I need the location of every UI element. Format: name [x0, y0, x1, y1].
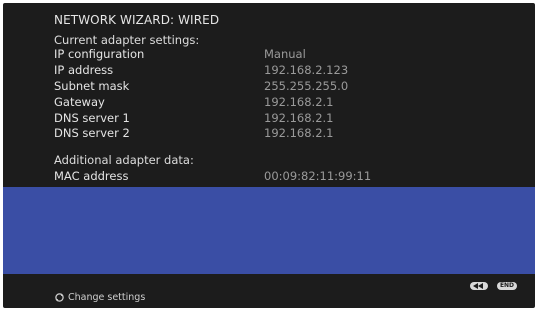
additional-data-heading: Additional adapter data: — [54, 153, 194, 167]
setting-value: 192.168.2.1 — [264, 111, 334, 125]
setting-value: Manual — [264, 47, 306, 61]
setting-row-dns-server-1: DNS server 1 192.168.2.1 — [54, 111, 514, 126]
setting-label: IP address — [54, 63, 114, 77]
setting-row-subnet-mask: Subnet mask 255.255.255.0 — [54, 79, 514, 94]
tv-menu-screen: NETWORK WIZARD: WIRED Current adapter se… — [3, 3, 535, 308]
setting-row-gateway: Gateway 192.168.2.1 — [54, 95, 514, 110]
setting-value: 00:09:82:11:99:11 — [264, 169, 372, 183]
change-settings-label: Change settings — [68, 292, 146, 303]
setting-label: MAC address — [54, 169, 129, 183]
setting-row-mac-address: MAC address 00:09:82:11:99:11 — [54, 169, 514, 184]
setting-row-ip-configuration: IP configuration Manual — [54, 47, 514, 62]
rewind-button[interactable] — [470, 282, 488, 290]
setting-value: 192.168.2.123 — [264, 63, 349, 77]
current-settings-heading: Current adapter settings: — [54, 33, 200, 47]
end-button[interactable]: END — [497, 282, 517, 290]
setting-label: Subnet mask — [54, 79, 130, 93]
setting-value: 192.168.2.1 — [264, 126, 334, 140]
setting-label: DNS server 1 — [54, 111, 130, 125]
info-panel — [3, 187, 535, 274]
setting-value: 192.168.2.1 — [264, 95, 334, 109]
change-arrows-icon — [55, 293, 64, 302]
setting-label: IP configuration — [54, 47, 145, 61]
change-settings-hint[interactable]: Change settings — [55, 292, 145, 303]
setting-value: 255.255.255.0 — [264, 79, 349, 93]
setting-row-ip-address: IP address 192.168.2.123 — [54, 63, 514, 78]
page-title: NETWORK WIZARD: WIRED — [54, 13, 220, 27]
setting-label: Gateway — [54, 95, 105, 109]
setting-row-dns-server-2: DNS server 2 192.168.2.1 — [54, 126, 514, 141]
setting-label: DNS server 2 — [54, 126, 130, 140]
rewind-icon — [473, 283, 483, 289]
